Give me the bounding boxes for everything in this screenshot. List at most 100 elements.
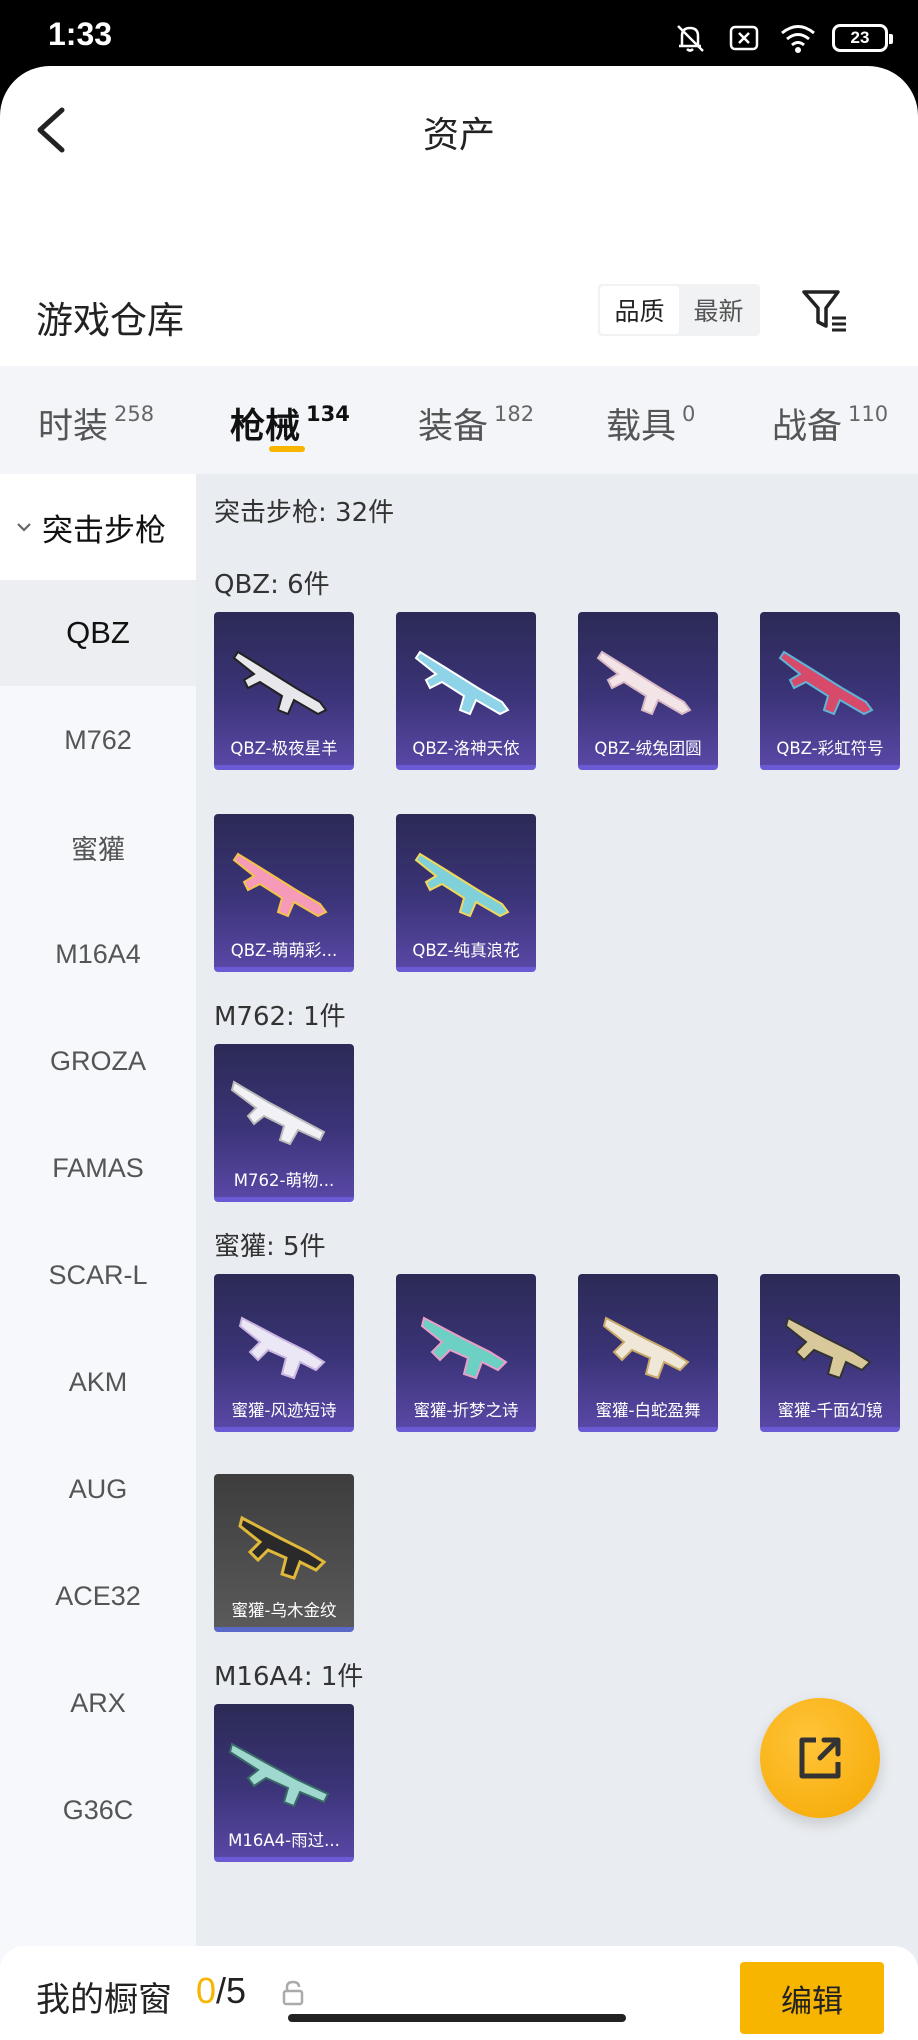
item-name: M762-萌物... <box>233 1171 335 1190</box>
tab-count: 182 <box>494 402 535 426</box>
warehouse-title: 游戏仓库 <box>36 299 184 342</box>
tab-label: 战备 <box>772 407 843 447</box>
rifle-icon <box>232 650 328 716</box>
item-card[interactable]: QBZ-纯真浪花 <box>396 814 536 972</box>
item-name: 蜜獾-风迹短诗 <box>231 1401 337 1420</box>
app-screen: 资产 游戏仓库 品质 最新 时装 258 枪械 134 装备 182 载具 0 战备 11… <box>0 66 918 2040</box>
category-tabs: 时装 258 枪械 134 装备 182 载具 0 战备 110 <box>0 366 918 474</box>
chevron-down-icon <box>17 523 31 532</box>
sidebar-item-scar-l[interactable]: SCAR-L <box>0 1222 196 1328</box>
no-sim-icon <box>729 25 759 51</box>
item-name: QBZ-萌萌彩... <box>230 941 338 960</box>
item-card[interactable]: QBZ-洛神天依 <box>396 612 536 770</box>
tab-label: 时装 <box>38 407 109 447</box>
tab-label: 枪械 <box>230 407 301 447</box>
item-name: QBZ-绒兔团圆 <box>594 739 702 758</box>
category-summary: 突击步枪: 32件 <box>214 498 395 528</box>
group-title-qbz: QBZ: 6件 <box>214 570 330 600</box>
sidebar-item-akm[interactable]: AKM <box>0 1329 196 1435</box>
tab-count: 134 <box>306 402 350 426</box>
rifle-icon <box>596 650 692 716</box>
item-name: 蜜獾-折梦之诗 <box>413 1401 519 1420</box>
active-tab-indicator <box>269 446 305 452</box>
sidebar-item-famas[interactable]: FAMAS <box>0 1115 196 1221</box>
showcase-current: 0 <box>196 1970 217 2011</box>
item-card[interactable]: 蜜獾-乌木金纹 <box>214 1474 354 1632</box>
item-card[interactable]: QBZ-绒兔团圆 <box>578 612 718 770</box>
sort-toggle: 品质 最新 <box>598 284 760 336</box>
group-title-m16a4: M16A4: 1件 <box>214 1662 364 1692</box>
tab-count: 258 <box>114 402 155 426</box>
tab-vehicles[interactable]: 载具 0 <box>606 398 695 449</box>
smg-icon <box>420 1316 508 1380</box>
showcase-bar: 我的橱窗 0/5 编辑 <box>0 1946 918 2040</box>
item-name: QBZ-极夜星羊 <box>230 739 338 758</box>
tab-fashion[interactable]: 时装 258 <box>38 398 154 449</box>
item-card[interactable]: M16A4-雨过... <box>214 1704 354 1862</box>
sidebar-item-ace32[interactable]: ACE32 <box>0 1543 196 1649</box>
item-name: 蜜獾-白蛇盈舞 <box>595 1401 701 1420</box>
item-card[interactable]: 蜜獾-千面幻镜 <box>760 1274 900 1432</box>
rifle-icon <box>778 650 874 716</box>
sort-quality[interactable]: 品质 <box>600 286 679 334</box>
sidebar-item-g36c[interactable]: G36C <box>0 1757 196 1863</box>
tab-supplies[interactable]: 战备 110 <box>772 398 888 449</box>
mute-bell-icon <box>677 25 704 52</box>
smg-icon <box>238 1316 326 1380</box>
rifle-icon <box>414 650 510 716</box>
item-card[interactable]: M762-萌物... <box>214 1044 354 1202</box>
showcase-count: 0/5 <box>196 1970 246 2012</box>
sidebar-item-m16a4[interactable]: M16A4 <box>0 901 196 1007</box>
filter-icon[interactable] <box>800 286 850 336</box>
home-indicator[interactable] <box>288 2014 626 2022</box>
page-title: 资产 <box>422 115 495 156</box>
item-name: QBZ-洛神天依 <box>412 739 520 758</box>
sidebar-item-m762[interactable]: M762 <box>0 687 196 793</box>
sidebar-item-aug[interactable]: AUG <box>0 1436 196 1542</box>
tab-count: 0 <box>682 402 696 426</box>
sidebar-item-arx[interactable]: ARX <box>0 1650 196 1756</box>
tab-firearms[interactable]: 枪械 134 <box>230 398 350 449</box>
edit-button[interactable]: 编辑 <box>740 1962 884 2034</box>
wifi-icon <box>781 25 815 53</box>
item-card[interactable]: 蜜獾-折梦之诗 <box>396 1274 536 1432</box>
item-card[interactable]: 蜜獾-白蛇盈舞 <box>578 1274 718 1432</box>
rifle-icon <box>230 1080 326 1146</box>
warehouse-header: 游戏仓库 <box>0 266 918 366</box>
sidebar-category[interactable]: 突击步枪 <box>0 474 196 580</box>
battery-icon: 23 <box>832 24 893 52</box>
weapon-sidebar: 突击步枪 QBZ M762 蜜獾 M16A4 GROZA FAMAS SCAR-… <box>0 474 196 1974</box>
item-card[interactable]: QBZ-极夜星羊 <box>214 612 354 770</box>
tab-label: 载具 <box>606 407 677 447</box>
sidebar-item-honey-badger[interactable]: 蜜獾 <box>0 794 196 900</box>
sidebar-item-qbz[interactable]: QBZ <box>0 580 196 686</box>
group-title-honey-badger: 蜜獾: 5件 <box>214 1232 326 1262</box>
item-name: QBZ-纯真浪花 <box>412 941 520 960</box>
item-name: M16A4-雨过... <box>228 1831 340 1850</box>
group-title-m762: M762: 1件 <box>214 1002 346 1032</box>
item-card[interactable]: 蜜獾-风迹短诗 <box>214 1274 354 1432</box>
status-icons: 23 <box>670 18 893 58</box>
showcase-label: 我的橱窗 <box>36 1980 172 2020</box>
header: 资产 <box>0 66 918 196</box>
sidebar-item-groza[interactable]: GROZA <box>0 1008 196 1114</box>
smg-icon <box>602 1316 690 1380</box>
external-link-icon <box>799 1737 841 1779</box>
lock-icon <box>282 1980 304 2006</box>
smg-icon <box>784 1316 872 1380</box>
sidebar-category-label: 突击步枪 <box>42 512 166 549</box>
item-name: 蜜獾-千面幻镜 <box>777 1401 883 1420</box>
share-button[interactable] <box>760 1698 880 1818</box>
smg-icon <box>238 1515 327 1580</box>
rifle-icon <box>232 852 328 918</box>
showcase-total: /5 <box>216 1970 247 2011</box>
tab-equipment[interactable]: 装备 182 <box>418 398 534 449</box>
item-name: 蜜獾-乌木金纹 <box>231 1601 337 1620</box>
battery-level: 23 <box>850 28 870 47</box>
sort-newest[interactable]: 最新 <box>679 286 758 334</box>
item-card[interactable]: QBZ-萌萌彩... <box>214 814 354 972</box>
item-card[interactable]: QBZ-彩虹符号 <box>760 612 900 770</box>
rifle-icon <box>228 1742 330 1808</box>
item-name: QBZ-彩虹符号 <box>776 739 884 758</box>
tab-count: 110 <box>848 402 889 426</box>
